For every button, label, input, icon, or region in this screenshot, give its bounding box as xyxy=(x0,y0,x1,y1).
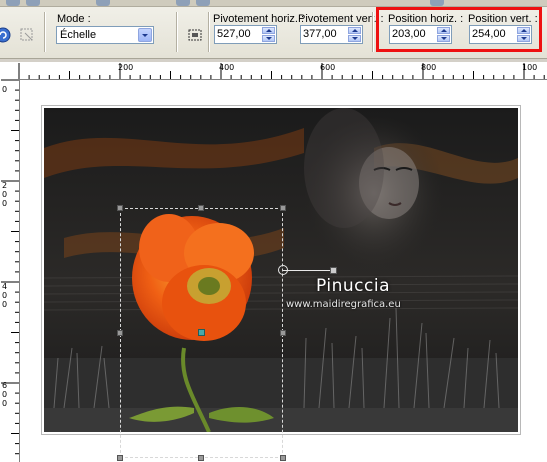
ruler-h-label: 200 xyxy=(118,63,134,72)
watermark-url: www.maidiregrafica.eu xyxy=(286,299,401,310)
separator xyxy=(176,12,178,52)
spin-down-icon[interactable] xyxy=(262,35,275,42)
ruler-v-label: 0 xyxy=(2,85,8,94)
mode-value: Échelle xyxy=(60,29,97,41)
chevron-down-icon[interactable] xyxy=(138,28,152,42)
toolbar-icon[interactable] xyxy=(26,0,40,6)
crop-frame-icon[interactable] xyxy=(186,26,204,44)
pivot-v-field[interactable] xyxy=(300,25,363,44)
corner-handle-bottom-left[interactable] xyxy=(117,455,123,461)
edge-handle-right[interactable] xyxy=(280,330,286,336)
toolbar-icon[interactable] xyxy=(96,0,110,6)
corner-handle-top-right[interactable] xyxy=(280,205,286,211)
mode-label: Mode : xyxy=(57,13,91,25)
rotation-handle[interactable] xyxy=(330,267,337,274)
spin-up-icon[interactable] xyxy=(348,27,361,34)
ruler-h-label: 100 xyxy=(522,63,538,72)
pivot-point-icon[interactable] xyxy=(278,265,288,275)
highlight-box xyxy=(376,7,542,52)
ruler-v-label: 4 0 0 xyxy=(2,282,8,309)
center-handle[interactable] xyxy=(198,329,205,336)
toolbar-icon[interactable] xyxy=(196,0,210,6)
toolbar-icon[interactable] xyxy=(6,0,20,6)
pivot-v-label: Pivotement vert. : xyxy=(298,13,384,25)
spin-down-icon[interactable] xyxy=(348,35,361,42)
pivot-h-label: Pivotement horiz. : xyxy=(213,13,305,25)
ruler-h-label: 600 xyxy=(320,63,336,72)
separator xyxy=(372,12,374,52)
toolbar-icon[interactable] xyxy=(176,0,190,6)
pivot-v-input[interactable] xyxy=(303,28,347,40)
ruler-v-label: 6 0 0 xyxy=(2,381,8,408)
pick-tool-icon[interactable] xyxy=(18,26,36,44)
tool-options-bar: Mode : Échelle Pivotement horiz. : Pivot… xyxy=(0,0,547,59)
rotation-arm xyxy=(283,270,333,271)
horizontal-ruler: 200 400 600 800 100 xyxy=(0,62,547,80)
ruler-v-label: 2 0 0 xyxy=(2,181,8,208)
edge-handle-bottom[interactable] xyxy=(198,455,204,461)
pivot-h-input[interactable] xyxy=(217,28,261,40)
ruler-h-label: 400 xyxy=(219,63,235,72)
edge-handle-left[interactable] xyxy=(117,330,123,336)
corner-handle-bottom-right[interactable] xyxy=(280,455,286,461)
spin-up-icon[interactable] xyxy=(262,27,275,34)
vertical-ruler: 0 2 0 0 4 0 0 6 0 0 xyxy=(0,79,20,462)
corner-handle-top-left[interactable] xyxy=(117,205,123,211)
pivot-h-field[interactable] xyxy=(214,25,277,44)
separator xyxy=(208,12,210,52)
menu-toolbar-strip xyxy=(0,0,547,7)
separator xyxy=(44,12,46,52)
toolbar-icon[interactable] xyxy=(430,0,444,6)
edge-handle-top[interactable] xyxy=(198,205,204,211)
watermark-name: Pinuccia xyxy=(316,276,390,296)
reset-icon[interactable] xyxy=(0,26,12,44)
mode-select[interactable]: Échelle xyxy=(56,26,154,44)
ruler-h-label: 800 xyxy=(421,63,437,72)
